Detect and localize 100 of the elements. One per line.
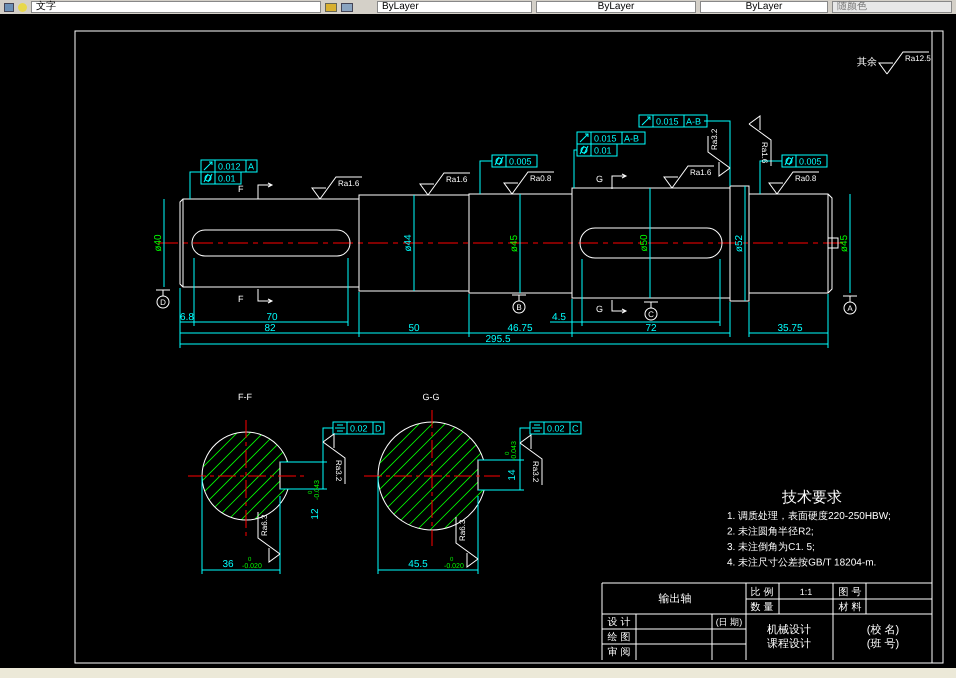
datum-reference: C: [572, 424, 578, 434]
roughness-symbol-icon: [768, 172, 820, 194]
datum-circle: [512, 300, 526, 314]
section-label: F: [238, 294, 244, 304]
scale-value: 1:1: [800, 587, 812, 597]
tolerance-value: 0.015: [594, 134, 617, 144]
tolerance-value: 0.02: [350, 424, 368, 434]
datum-marker-icon: [644, 302, 658, 308]
cylindricity-icon: [204, 174, 212, 182]
dimension-text: 12: [310, 508, 321, 520]
roughness-symbol-icon: [258, 512, 280, 563]
runout-arrow-icon: [204, 162, 212, 170]
datum-reference: A: [248, 162, 254, 172]
requirement-text: 3. 未注倒角为C1. 5;: [727, 542, 815, 553]
dimension-text: 50: [408, 323, 420, 334]
course-name: 课程设计: [767, 638, 811, 650]
section-title: F-F: [238, 392, 252, 402]
property-dropdown[interactable]: ByLayer: [536, 1, 696, 13]
roughness-value: Ra3.2: [334, 460, 343, 482]
requirements-title: 技术要求: [782, 489, 842, 506]
dimension-text: 14: [507, 469, 518, 481]
text-style-dropdown[interactable]: 文字: [31, 1, 321, 13]
layers-icon[interactable]: [4, 2, 14, 12]
diameter-text: ø40: [153, 234, 164, 252]
datum-reference: A-B: [686, 116, 702, 126]
datum-label: A: [847, 304, 853, 313]
dimension-text: 295.5: [485, 334, 511, 345]
plot-style-dropdown[interactable]: 随颜色: [832, 1, 952, 13]
dimension-text: 82: [264, 323, 276, 334]
roughness-symbol-icon: [878, 52, 930, 74]
roughness-value: Ra0.8: [795, 174, 816, 183]
symmetry-icon: [334, 424, 346, 432]
datum-circle: [644, 308, 658, 320]
symmetry-icon: [532, 424, 542, 432]
section-title: G-G: [422, 392, 440, 402]
school-field: (校 名): [866, 624, 900, 636]
roughness-value: Ra0.8: [530, 174, 552, 183]
requirement-text: 1. 调质处理，表面硬度220-250HBW;: [727, 511, 891, 522]
datum-label: B: [516, 303, 522, 312]
roughness-value: Ra6.3: [458, 520, 467, 541]
diameter-text: ø45: [839, 234, 850, 252]
table-label: 绘 图: [608, 632, 630, 643]
table-label: 图 号: [838, 587, 862, 598]
dimension-text: 4.5: [552, 312, 566, 323]
tolerance-value: 0.01: [594, 146, 612, 156]
datum-label: C: [648, 310, 654, 319]
dimension-text: 45.5: [408, 559, 428, 570]
table-label: 设 计: [608, 617, 630, 628]
part-name: 输出轴: [658, 593, 692, 605]
table-label: (日 期): [716, 617, 742, 627]
roughness-symbol-icon: [520, 434, 542, 486]
datum-marker-icon: [156, 290, 170, 296]
roughness-symbol-icon: [748, 115, 772, 166]
roughness-value: Ra12.5: [905, 54, 931, 63]
roughness-value: Ra1.6: [446, 175, 468, 184]
cylindricity-icon: [580, 146, 588, 154]
roughness-value: Ra3.2: [531, 461, 540, 482]
roughness-symbol-icon: [311, 176, 362, 200]
tolerance-value: 0.005: [509, 156, 532, 166]
dimension-text: 36: [222, 559, 234, 570]
roughness-value: Ra1.6: [690, 168, 712, 177]
datum-marker-icon: [842, 296, 858, 302]
requirement-text: 4. 未注尺寸公差按GB/T 18204-m.: [727, 558, 876, 568]
section-label: G: [596, 304, 604, 314]
note-text: 其余: [857, 57, 877, 68]
requirement-text: 2. 未注圆角半径R2;: [727, 526, 814, 538]
dimension-text: 35.75: [777, 323, 803, 334]
diameter-text: ø44: [403, 234, 414, 252]
tolerance-value: 0.005: [799, 156, 822, 166]
property-dropdown[interactable]: ByLayer: [377, 1, 532, 13]
runout-arrow-icon: [642, 116, 650, 126]
course-name: 机械设计: [767, 624, 811, 636]
datum-label: D: [160, 298, 166, 307]
roughness-value: Ra1.6: [338, 179, 360, 188]
datum-circle: [156, 296, 170, 308]
dimension-text: 6.8: [180, 312, 194, 323]
table-label: 数 量: [750, 602, 774, 613]
table-label: 审 阅: [608, 647, 630, 658]
cylindricity-icon: [494, 156, 504, 166]
dimension-text: 46.75: [507, 323, 533, 334]
section-arrow-icon: [258, 288, 274, 304]
tolerance-value: 0.015: [656, 116, 679, 126]
section-label: F: [238, 184, 244, 194]
section-arrow-icon: [258, 182, 274, 200]
tolerance-value: 0.01: [218, 174, 236, 184]
roughness-symbol-icon: [503, 172, 554, 194]
datum-circle: [844, 302, 856, 314]
roughness-value: Ra3.2: [710, 128, 719, 150]
cylindricity-icon: [784, 156, 794, 166]
datum-marker-icon: [512, 294, 526, 302]
layers-icon[interactable]: [341, 2, 353, 12]
diameter-text: ø45: [509, 234, 520, 252]
dimension-text: 72: [645, 323, 657, 334]
layers-icon[interactable]: [325, 2, 337, 12]
property-dropdown[interactable]: ByLayer: [700, 1, 828, 13]
datum-reference: A-B: [624, 134, 640, 144]
runout-arrow-icon: [580, 134, 588, 142]
tolerance-value: 0.012: [218, 162, 241, 172]
roughness-symbol-icon: [322, 433, 346, 484]
diameter-text: ø52: [734, 234, 745, 252]
